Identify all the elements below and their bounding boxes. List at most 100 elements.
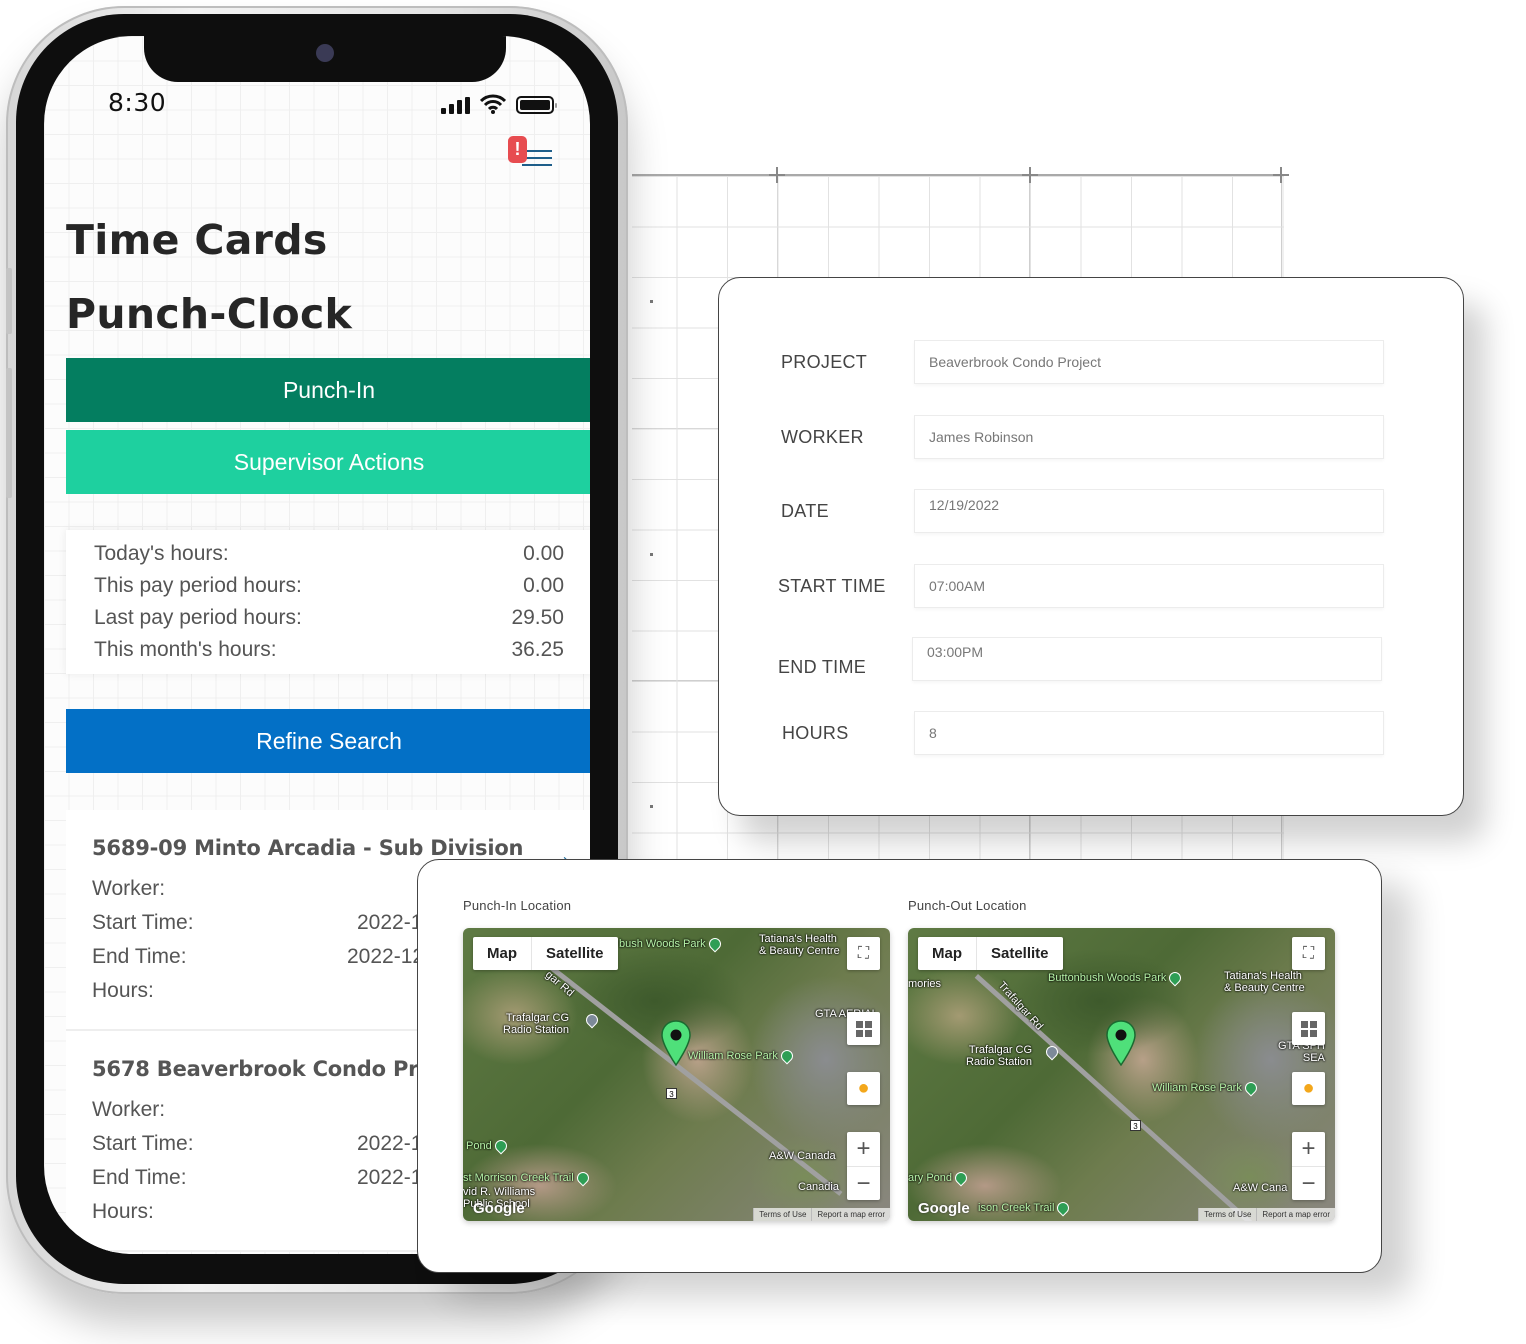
phone-notch (144, 36, 506, 82)
map-type-satellite-button[interactable]: Satellite (976, 937, 1063, 970)
route-shield: 3 (1130, 1120, 1141, 1131)
map-place-label: Trafalgar CG Radio Station (503, 1012, 570, 1036)
job-row-label: Worker: (92, 877, 166, 900)
hours-value: 0.00 (523, 542, 564, 565)
map-type-satellite-button[interactable]: Satellite (531, 937, 618, 970)
job-row-label: End Time: (92, 1166, 187, 1189)
worker-field[interactable] (914, 415, 1384, 459)
google-logo: Google (473, 1200, 525, 1217)
hours-label: Today's hours: (94, 542, 229, 565)
page-title: Time Cards (66, 216, 328, 264)
terms-of-use-link[interactable]: Terms of Use (753, 1208, 811, 1221)
form-row-start-time: START TIME (719, 564, 1463, 608)
cellular-signal-icon (441, 97, 470, 114)
punch-out-map[interactable]: mories Buttonbush Woods Park Tatiana's H… (908, 928, 1335, 1221)
street-view-pegman-icon[interactable]: ● (1292, 1072, 1325, 1105)
hours-label: This month's hours: (94, 638, 277, 661)
map-marker-icon[interactable] (661, 1020, 691, 1066)
map-place-label (583, 1011, 601, 1029)
field-label: HOURS (782, 723, 849, 743)
map-type-toggle: Map Satellite (918, 937, 1063, 970)
fullscreen-icon[interactable]: ⛶ (847, 937, 880, 970)
job-row-label: Start Time: (92, 911, 194, 934)
field-label: WORKER (781, 427, 864, 447)
hours-summary-card: Today's hours: 0.00 This pay period hour… (66, 530, 590, 674)
map-place-label: Tatiana's Health & Beauty Centre (759, 933, 840, 957)
google-logo: Google (918, 1200, 970, 1217)
zoom-in-button[interactable]: + (1292, 1132, 1325, 1166)
fullscreen-icon[interactable]: ⛶ (1292, 937, 1325, 970)
hours-row-today: Today's hours: 0.00 (94, 538, 564, 570)
map-type-map-button[interactable]: Map (918, 937, 976, 970)
job-row-label: Worker: (92, 1098, 166, 1121)
hours-row-month: This month's hours: 36.25 (94, 634, 564, 666)
job-row-label: Hours: (92, 979, 154, 1002)
map-layers-icon[interactable] (1292, 1012, 1325, 1045)
map-marker-icon[interactable] (1106, 1020, 1136, 1066)
map-zoom-control: + − (1292, 1132, 1325, 1200)
report-map-error-link[interactable]: Report a map error (1256, 1208, 1335, 1221)
menu-button[interactable]: ! (508, 136, 554, 176)
terms-of-use-link[interactable]: Terms of Use (1198, 1208, 1256, 1221)
punch-in-button[interactable]: Punch-In (66, 358, 590, 422)
map-place-label: Buttonbush Woods Park (1048, 969, 1184, 987)
field-label: DATE (781, 501, 829, 521)
job-row-value: 2022-1 (357, 1166, 423, 1189)
map-type-map-button[interactable]: Map (473, 937, 531, 970)
form-row-end-time: END TIME (719, 637, 1463, 681)
battery-full-icon (516, 96, 557, 114)
map-label: Punch-Out Location (908, 898, 1027, 913)
status-time: 8:30 (108, 88, 167, 117)
map-place-label: bush Woods Park (619, 935, 724, 953)
punch-in-map[interactable]: bush Woods Park Tatiana's Health & Beaut… (463, 928, 890, 1221)
hours-value: 0.00 (523, 574, 564, 597)
zoom-in-button[interactable]: + (847, 1132, 880, 1166)
field-label: START TIME (778, 576, 886, 596)
zoom-out-button[interactable]: − (847, 1166, 880, 1200)
report-map-error-link[interactable]: Report a map error (811, 1208, 890, 1221)
street-view-pegman-icon[interactable]: ● (847, 1072, 880, 1105)
job-row-label: End Time: (92, 945, 187, 968)
punch-out-location: Punch-Out Location mories Buttonbush Woo… (908, 898, 1335, 1221)
alert-badge-icon: ! (508, 136, 527, 163)
start-time-field[interactable] (914, 564, 1384, 608)
map-place-label: William Rose Park (688, 1047, 796, 1065)
locations-card: Punch-In Location bush Woods Park Tatian… (417, 859, 1382, 1273)
page-subtitle: Punch-Clock (66, 290, 353, 338)
phone-volume-up-button (6, 268, 12, 334)
wifi-icon (480, 94, 506, 114)
grid-tick-mark (1022, 167, 1038, 183)
hours-value: 29.50 (511, 606, 564, 629)
map-zoom-control: + − (847, 1132, 880, 1200)
map-place-label: Canadia (798, 1181, 839, 1193)
grid-tick-mark (1273, 167, 1289, 183)
form-row-hours: HOURS (719, 711, 1463, 755)
camera-icon (316, 44, 334, 62)
map-footer: Terms of Use Report a map error (753, 1208, 890, 1221)
punch-in-location: Punch-In Location bush Woods Park Tatian… (463, 898, 890, 1221)
map-footer: Terms of Use Report a map error (1198, 1208, 1335, 1221)
grid-tick-mark (769, 167, 785, 183)
map-place-label (1043, 1043, 1061, 1061)
phone-volume-down-button (6, 368, 12, 498)
supervisor-actions-button[interactable]: Supervisor Actions (66, 430, 590, 494)
refine-search-button[interactable]: Refine Search (66, 709, 590, 773)
map-place-label: st Morrison Creek Trail (463, 1169, 592, 1187)
end-time-field[interactable] (912, 637, 1382, 681)
map-layers-icon[interactable] (847, 1012, 880, 1045)
project-field[interactable] (914, 340, 1384, 384)
map-place-label: ison Creek Trail (978, 1199, 1072, 1217)
map-type-toggle: Map Satellite (473, 937, 618, 970)
map-place-label: Tatiana's Health & Beauty Centre (1224, 970, 1305, 994)
hours-field[interactable] (914, 711, 1384, 755)
map-place-label: A&W Cana (1233, 1182, 1288, 1194)
zoom-out-button[interactable]: − (1292, 1166, 1325, 1200)
status-icons (441, 94, 557, 114)
map-place-label: Trafalgar CG Radio Station (966, 1044, 1033, 1068)
map-place-label: A&W Canada (769, 1150, 836, 1162)
hours-row-pay-period: This pay period hours: 0.00 (94, 570, 564, 602)
map-place-label: William Rose Park (1152, 1079, 1260, 1097)
date-field[interactable] (914, 489, 1384, 533)
map-place-label: Pond (466, 1137, 510, 1155)
hours-label: This pay period hours: (94, 574, 302, 597)
